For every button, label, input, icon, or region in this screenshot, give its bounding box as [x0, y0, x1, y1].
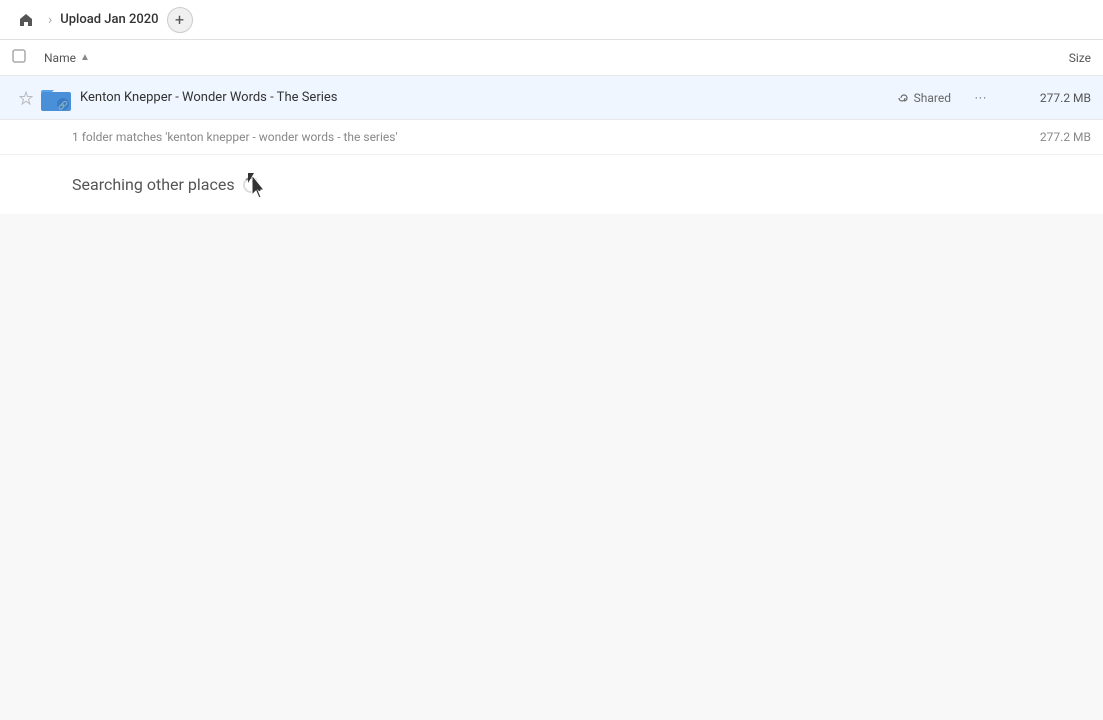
name-column-header[interactable]: Name ▲	[44, 51, 1011, 65]
match-info-size: 277.2 MB	[1040, 130, 1091, 144]
select-all-checkbox[interactable]	[12, 48, 44, 67]
shared-badge: Shared	[896, 91, 951, 105]
size-column-header[interactable]: Size	[1011, 51, 1091, 65]
svg-text:🔗: 🔗	[58, 100, 68, 110]
more-options-button[interactable]: ···	[967, 84, 995, 112]
file-name: Kenton Knepper - Wonder Words - The Seri…	[80, 90, 896, 105]
match-info-row: 1 folder matches 'kenton knepper - wonde…	[0, 120, 1103, 155]
shared-label: Shared	[914, 91, 951, 105]
add-button[interactable]: +	[167, 7, 193, 33]
match-info-text: 1 folder matches 'kenton knepper - wonde…	[72, 130, 398, 144]
star-icon[interactable]	[12, 91, 40, 105]
breadcrumb-separator: ›	[48, 12, 52, 28]
file-row[interactable]: 🔗 Kenton Knepper - Wonder Words - The Se…	[0, 76, 1103, 120]
folder-icon: 🔗	[40, 82, 72, 114]
toolbar: › Upload Jan 2020 +	[0, 0, 1103, 40]
home-button[interactable]	[12, 6, 40, 34]
file-size: 277.2 MB	[1011, 91, 1091, 105]
searching-text: Searching other places	[72, 175, 1091, 194]
column-headers: Name ▲ Size	[0, 40, 1103, 76]
loading-spinner	[243, 177, 259, 193]
breadcrumb-title: Upload Jan 2020	[60, 12, 158, 27]
searching-section: Searching other places	[0, 155, 1103, 214]
